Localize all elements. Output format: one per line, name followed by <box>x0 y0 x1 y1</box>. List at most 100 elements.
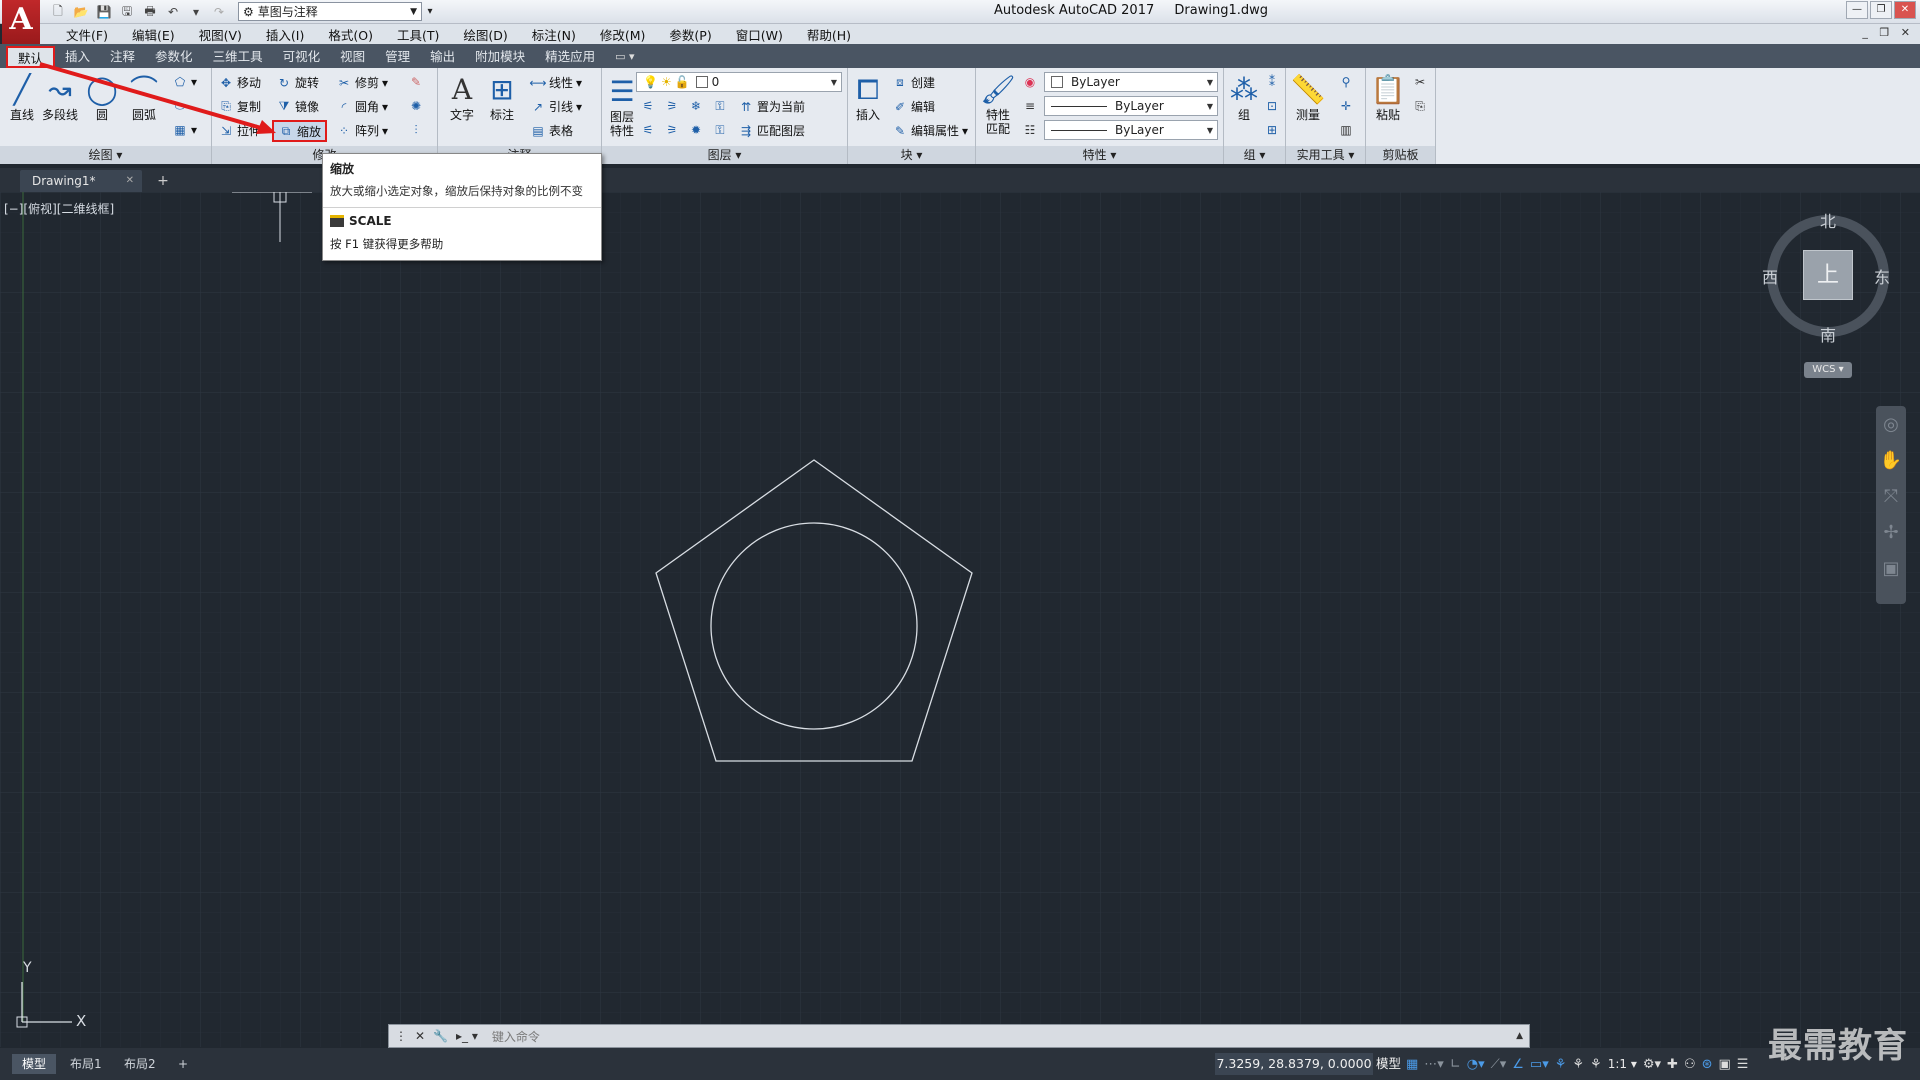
close-button[interactable]: ✕ <box>1894 1 1916 19</box>
command-history-expand-icon[interactable]: ▲ <box>1516 1031 1523 1041</box>
undo-icon[interactable]: ↶ <box>163 3 183 21</box>
command-input[interactable]: 键入命令 <box>492 1028 540 1045</box>
ortho-icon[interactable]: ∟ <box>1450 1057 1461 1072</box>
match-layer-tool[interactable]: ⇶ 匹配图层 <box>738 122 805 139</box>
wrench-icon[interactable]: 🔧 <box>433 1029 448 1043</box>
close-icon[interactable]: ✕ <box>126 170 134 192</box>
panel-utilities-title[interactable]: 实用工具 ▾ <box>1286 146 1365 164</box>
viewport-controls-label[interactable]: [−][俯视][二维线框] <box>4 200 114 217</box>
menu-file[interactable]: 文件(F) <box>54 25 120 44</box>
wcs-menu[interactable]: WCS ▾ <box>1804 362 1852 378</box>
fillet-tool[interactable]: ◜ 圆角 ▾ <box>336 98 388 115</box>
match-properties-tool[interactable]: 🖌 特性 匹配 <box>980 72 1016 137</box>
menu-format[interactable]: 格式(O) <box>316 25 385 44</box>
leader-tool[interactable]: ↗ 引线 ▾ <box>530 98 582 115</box>
move-tool[interactable]: ✥ 移动 <box>218 74 261 91</box>
point-style-icon[interactable]: ✛ <box>1338 98 1354 114</box>
grip-icon[interactable]: ⋮ <box>395 1029 407 1043</box>
calculator-icon[interactable]: ▥ <box>1338 122 1354 138</box>
minimize-button[interactable]: — <box>1846 1 1868 19</box>
edit-attributes-tool[interactable]: ✎ 编辑属性 ▾ <box>892 122 968 139</box>
customize-icon[interactable]: ☰ <box>1737 1057 1749 1072</box>
coordinates-readout[interactable]: 7.3259, 28.8379, 0.0000 <box>1215 1053 1373 1075</box>
measure-tool[interactable]: 📏 测量 <box>1290 72 1326 123</box>
linetype-icon[interactable]: ≡ <box>1022 98 1038 114</box>
paste-tool[interactable]: 📋 粘贴 <box>1370 72 1406 123</box>
arc-tool[interactable]: ⌒ 圆弧 <box>126 72 162 123</box>
menu-modify[interactable]: 修改(M) <box>588 25 658 44</box>
tab-3d-tools[interactable]: 三维工具 <box>203 46 273 68</box>
menu-view[interactable]: 视图(V) <box>187 25 254 44</box>
auto-scale-icon[interactable]: ⚘ <box>1572 1057 1584 1072</box>
annotation-visibility-icon[interactable]: ⚘ <box>1555 1057 1567 1072</box>
text-tool[interactable]: A 文字 <box>444 72 480 123</box>
menu-parametric[interactable]: 参数(P) <box>657 25 723 44</box>
linear-tool[interactable]: ⟷ 线性 ▾ <box>529 74 582 91</box>
save-icon[interactable]: 💾 <box>94 3 114 21</box>
quick-select-icon[interactable]: ⚲ <box>1338 74 1354 90</box>
group-edit-icon[interactable]: ⊡ <box>1264 98 1280 114</box>
viewcube-east[interactable]: 东 <box>1874 264 1890 288</box>
set-current-tool[interactable]: ⇈ 置为当前 <box>738 98 805 115</box>
circle-tool[interactable]: ◯ 圆 <box>84 72 120 123</box>
clean-screen-icon[interactable]: ▣ <box>1719 1057 1731 1072</box>
copy-tool[interactable]: ⎘ 复制 <box>218 98 261 115</box>
line-tool[interactable]: ╱ 直线 <box>4 72 40 123</box>
redo-icon[interactable]: ↷ <box>209 3 229 21</box>
cut-icon[interactable]: ✂ <box>1412 74 1428 90</box>
plus-icon[interactable]: ✚ <box>1667 1057 1678 1072</box>
mirror-tool[interactable]: ⧩ 镜像 <box>276 98 319 115</box>
menu-window[interactable]: 窗口(W) <box>724 25 795 44</box>
workspace-switcher[interactable]: ⚙ 草图与注释 ▼ <box>238 2 422 21</box>
menu-edit[interactable]: 编辑(E) <box>120 25 187 44</box>
print-icon[interactable]: 🖶 <box>140 3 160 21</box>
tab-view[interactable]: 视图 <box>330 46 375 68</box>
open-file-icon[interactable]: 📂 <box>71 3 91 21</box>
polyline-tool[interactable]: ↝ 多段线 <box>42 72 78 123</box>
layer-off-icon[interactable]: ⚟ <box>640 98 656 114</box>
object-snap-icon[interactable]: ▭▾ <box>1530 1057 1549 1072</box>
orbit-icon[interactable]: ✢ <box>1876 514 1906 550</box>
viewcube-north[interactable]: 北 <box>1820 208 1836 232</box>
ellipse-tool[interactable]: ⬭ <box>172 98 188 114</box>
isolate-objects-icon[interactable]: ⚇ <box>1684 1057 1696 1072</box>
tab-addins[interactable]: 附加模块 <box>465 46 535 68</box>
color-dropdown[interactable]: ByLayer ▼ <box>1044 72 1218 92</box>
panel-block-title[interactable]: 块 ▾ <box>848 146 975 164</box>
hatch-tool[interactable]: ▦ ▾ <box>172 122 197 138</box>
panel-groups-title[interactable]: 组 ▾ <box>1224 146 1285 164</box>
tab-manage[interactable]: 管理 <box>375 46 420 68</box>
group-tool[interactable]: ⁂ 组 <box>1226 72 1262 123</box>
polygon-tool[interactable]: ⬠ ▾ <box>172 74 197 90</box>
table-tool[interactable]: ▤ 表格 <box>530 122 573 139</box>
pan-hand-icon[interactable]: ✋ <box>1876 442 1906 478</box>
tab-featured-apps[interactable]: 精选应用 <box>535 46 605 68</box>
zoom-extents-icon[interactable]: ⤧ <box>1876 478 1906 514</box>
layer-lock-icon[interactable]: ⚿ <box>712 98 728 114</box>
add-layout-button[interactable]: + <box>168 1054 198 1074</box>
panel-layers-title[interactable]: 图层 ▾ <box>602 146 847 164</box>
insert-block-tool[interactable]: ⧠ 插入 <box>850 72 886 123</box>
showmotion-icon[interactable]: ▣ <box>1876 550 1906 586</box>
new-tab-button[interactable]: + <box>152 172 174 190</box>
edit-block-tool[interactable]: ✐ 编辑 <box>892 98 935 115</box>
drawing-area[interactable]: [−][俯视][二维线框] Y X 北 南 东 西 上 WCS ▾ ◎ ✋ ⤧ … <box>0 192 1920 1047</box>
stretch-tool[interactable]: ⇲ 拉伸 <box>218 122 261 139</box>
viewcube-west[interactable]: 西 <box>1762 264 1778 288</box>
group-select-icon[interactable]: ⊞ <box>1264 122 1280 138</box>
layer-unisolate-icon[interactable]: ⚞ <box>664 122 680 138</box>
tab-insert[interactable]: 插入 <box>55 46 100 68</box>
annotation-scale-icon[interactable]: ⚘ <box>1590 1057 1602 1072</box>
scale-tool[interactable]: ⧉ 缩放 <box>272 120 328 142</box>
command-prompt-icon[interactable]: ▸_ ▾ <box>456 1029 478 1043</box>
layer-isolate-icon[interactable]: ⚞ <box>664 98 680 114</box>
tab-output[interactable]: 输出 <box>420 46 465 68</box>
layer-freeze-icon[interactable]: ❄ <box>688 98 704 114</box>
offset-tool[interactable]: ⫶ <box>408 122 424 138</box>
ribbon-display-toggle[interactable]: ▭ ▾ <box>605 46 644 68</box>
trim-tool[interactable]: ✂ 修剪 ▾ <box>336 74 388 91</box>
layout-tab-layout2[interactable]: 布局2 <box>114 1054 166 1074</box>
layer-properties-tool[interactable]: ☰ 图层 特性 <box>604 74 640 139</box>
tab-parametric[interactable]: 参数化 <box>145 46 203 68</box>
hardware-acceleration-icon[interactable]: ⊛ <box>1702 1057 1713 1072</box>
